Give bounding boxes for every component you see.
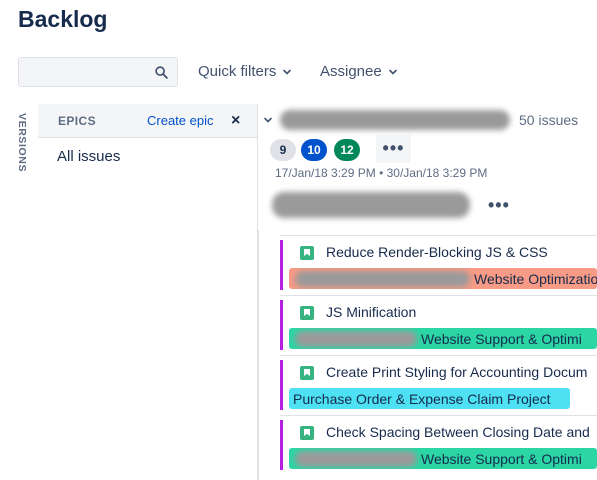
sprint-dates: 17/Jan/18 3:29 PM • 30/Jan/18 3:29 PM xyxy=(275,166,488,180)
todo-count-badge: 9 xyxy=(270,139,296,161)
sprint-goal-more-icon[interactable]: ••• xyxy=(488,195,510,216)
panel-divider xyxy=(258,230,259,480)
epics-heading: EPICS xyxy=(58,114,97,128)
collapse-sprint-chevron-icon[interactable] xyxy=(263,115,273,125)
redacted-sprint-goal xyxy=(272,192,470,218)
story-icon xyxy=(300,426,314,440)
issue-card[interactable]: Create Print Styling for Accounting Docu… xyxy=(280,355,597,413)
rank-bar xyxy=(280,360,283,410)
rank-bar xyxy=(280,300,283,350)
quick-filters-label: Quick filters xyxy=(198,63,277,80)
epic-label: Website Support & Optimi xyxy=(289,448,597,469)
story-icon xyxy=(300,366,314,380)
quick-filters-dropdown[interactable]: Quick filters xyxy=(198,63,292,80)
issue-summary: JS Minification xyxy=(326,304,417,320)
redacted-epic-prefix xyxy=(295,330,417,347)
epic-label-text: Purchase Order & Expense Claim Project xyxy=(293,390,551,407)
epic-label: Purchase Order & Expense Claim Project xyxy=(289,388,570,409)
story-icon xyxy=(300,246,314,260)
epic-label-text: Website Support & Optimi xyxy=(421,330,582,347)
epic-label-text: Website Support & Optimi xyxy=(421,450,582,467)
all-issues-filter[interactable]: All issues xyxy=(57,148,120,165)
issue-summary: Create Print Styling for Accounting Docu… xyxy=(326,364,588,380)
search-icon xyxy=(155,66,168,79)
epics-panel-header: EPICS Create epic × xyxy=(38,104,257,138)
assignee-dropdown[interactable]: Assignee xyxy=(320,63,398,80)
issue-card[interactable]: Check Spacing Between Closing Date and W… xyxy=(280,415,597,473)
in-progress-count-badge: 10 xyxy=(301,139,327,161)
story-icon xyxy=(300,306,314,320)
redacted-epic-prefix xyxy=(295,450,417,467)
issue-summary: Check Spacing Between Closing Date and xyxy=(326,424,590,440)
epic-label-text: Website Optimizatio xyxy=(474,270,597,287)
create-epic-link[interactable]: Create epic xyxy=(147,113,213,128)
issue-card[interactable]: JS Minification Website Support & Optimi xyxy=(280,295,597,353)
done-count-badge: 12 xyxy=(334,139,360,161)
redacted-sprint-name xyxy=(280,110,510,130)
sprint-issue-count: 50 issues xyxy=(519,112,579,128)
search-input[interactable] xyxy=(18,57,178,87)
sprint-more-button[interactable]: ••• xyxy=(376,133,411,163)
issue-card[interactable]: Reduce Render-Blocking JS & CSS Website … xyxy=(280,235,597,293)
close-icon[interactable]: × xyxy=(231,112,240,130)
versions-tab-label: VERSIONS xyxy=(16,113,28,173)
redacted-epic-prefix xyxy=(295,270,470,287)
rank-bar xyxy=(280,240,283,290)
versions-tab[interactable]: VERSIONS xyxy=(16,113,36,183)
chevron-down-icon xyxy=(388,69,397,74)
epics-panel: EPICS Create epic × All issues xyxy=(38,104,258,480)
epic-label: Website Support & Optimi xyxy=(289,328,597,349)
page-title: Backlog xyxy=(18,6,108,32)
issue-summary: Reduce Render-Blocking JS & CSS xyxy=(326,244,548,260)
assignee-label: Assignee xyxy=(320,63,382,80)
rank-bar xyxy=(280,420,283,470)
chevron-down-icon xyxy=(283,69,292,74)
epic-label: Website Optimizatio xyxy=(289,268,597,289)
